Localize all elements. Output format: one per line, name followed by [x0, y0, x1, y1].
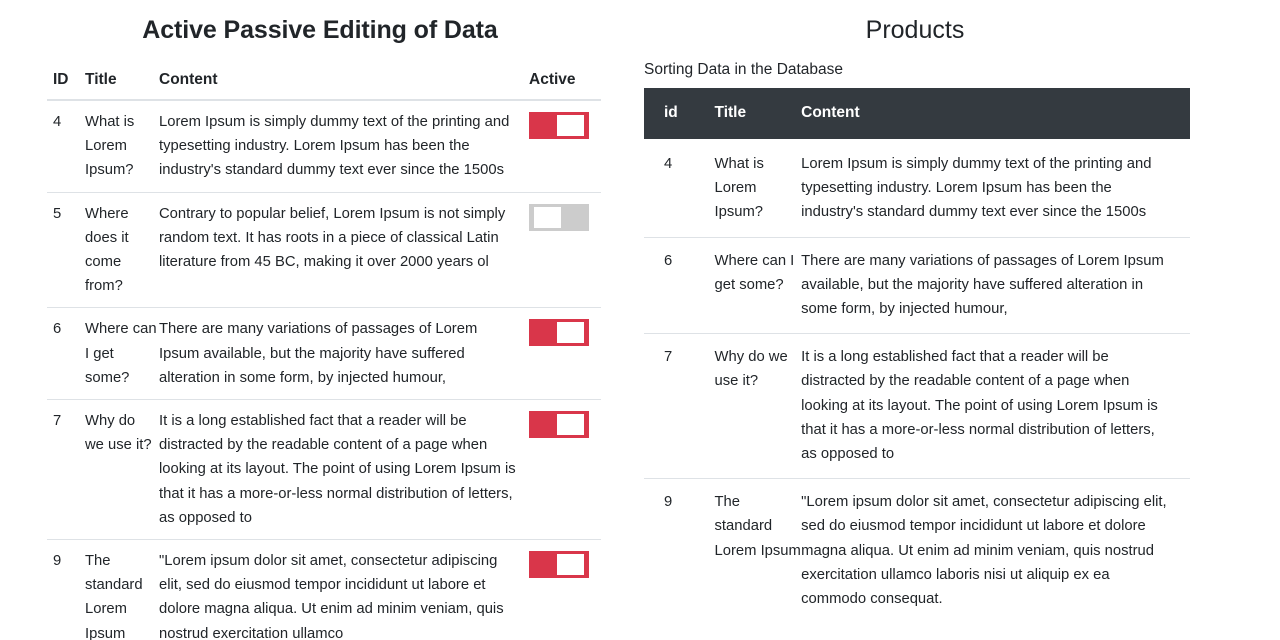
cell-active [529, 399, 601, 540]
products-table: id Title Content 4 What is Lorem Ipsum? … [644, 88, 1190, 624]
column-header-active[interactable]: Active [529, 71, 601, 101]
cell-title: Where can I get some? [714, 236, 802, 334]
page-title: Active Passive Editing of Data [142, 16, 498, 44]
toggle-knob [557, 414, 584, 436]
cell-id: 6 [644, 236, 715, 334]
table-row: 7 Why do we use it? It is a long establi… [47, 399, 601, 540]
active-passive-table: ID Title Content Active 4 What is Lorem … [47, 71, 601, 640]
cell-content: There are many variations of passages of… [801, 236, 1190, 334]
cell-title: The standard Lorem Ipsum [85, 539, 157, 640]
cell-id: 4 [664, 156, 673, 172]
products-subtitle: Sorting Data in the Database [644, 61, 844, 78]
column-header-id[interactable]: ID [47, 71, 85, 101]
active-passive-editing-panel: Active Passive Editing of Data ID Title … [0, 0, 640, 640]
toggle-knob [557, 115, 584, 136]
table-row: 9 The standard Lorem Ipsum "Lorem ipsum … [644, 478, 1190, 624]
cell-title: What is Lorem Ipsum? [714, 156, 764, 221]
table-row: 6 Where can I get some? There are many v… [644, 236, 1190, 334]
right-panel-inner: Products Sorting Data in the Database id… [644, 16, 1190, 624]
column-header-title[interactable]: Title [714, 88, 802, 139]
cell-content: There are many variations of passages of… [157, 307, 529, 400]
table-header-row: ID Title Content Active [47, 71, 601, 101]
cell-active [529, 191, 601, 308]
cell-id: 7 [644, 333, 715, 479]
cell-id: 5 [47, 191, 85, 308]
table-row: 6 Where can I get some? There are many v… [47, 307, 601, 400]
cell-content: "Lorem ipsum dolor sit amet, consectetur… [801, 478, 1190, 624]
table-row: 5 Where does it come from? Contrary to p… [47, 191, 601, 308]
cell-active [529, 539, 601, 640]
cell-title: The standard Lorem Ipsum [714, 478, 802, 624]
cell-content: Contrary to popular belief, Lorem Ipsum … [157, 191, 529, 308]
column-header-title[interactable]: Title [85, 71, 157, 101]
cell-title: Where does it come from? [85, 191, 157, 308]
cell-active [529, 100, 601, 192]
products-title: Products [865, 16, 965, 44]
active-toggle-switch[interactable] [529, 203, 589, 231]
table-header-row: id Title Content [644, 88, 1190, 139]
cell-content: "Lorem ipsum dolor sit amet, consectetur… [157, 539, 529, 640]
table-row: 7 Why do we use it? It is a long establi… [644, 333, 1190, 479]
products-table-head: id Title Content [644, 88, 1190, 139]
column-header-content[interactable]: Content [157, 71, 529, 101]
toggle-knob [557, 554, 584, 576]
cell-title: Why do we use it? [85, 399, 157, 540]
cell-content: Lorem Ipsum is simply dummy text of the … [801, 156, 1152, 221]
column-header-content[interactable]: Content [801, 88, 1190, 139]
cell-id: 6 [47, 307, 85, 400]
table-row: 4 What is Lorem Ipsum? Lorem Ipsum is si… [47, 100, 601, 192]
cell-title: Why do we use it? [714, 333, 802, 479]
cell-title: Where can I get some? [85, 307, 157, 400]
cell-id: 9 [644, 478, 715, 624]
cell-title: What is Lorem Ipsum? [85, 114, 135, 179]
active-toggle-switch[interactable] [529, 551, 589, 579]
products-panel: Products Sorting Data in the Database id… [640, 0, 1280, 640]
cell-content: It is a long established fact that a rea… [801, 333, 1190, 479]
products-table-body: 4 What is Lorem Ipsum? Lorem Ipsum is si… [644, 139, 1190, 624]
active-passive-table-head: ID Title Content Active [47, 71, 601, 101]
cell-id: 9 [47, 539, 85, 640]
table-row: 9 The standard Lorem Ipsum "Lorem ipsum … [47, 539, 601, 640]
active-passive-table-body: 4 What is Lorem Ipsum? Lorem Ipsum is si… [47, 100, 601, 640]
left-panel-inner: Active Passive Editing of Data ID Title … [47, 0, 601, 640]
cell-content: Lorem Ipsum is simply dummy text of the … [159, 114, 510, 179]
toggle-knob [557, 322, 584, 344]
table-row: 4 What is Lorem Ipsum? Lorem Ipsum is si… [644, 139, 1190, 237]
active-toggle-switch[interactable] [529, 411, 589, 439]
cell-id: 7 [47, 399, 85, 540]
column-header-id[interactable]: id [644, 88, 715, 139]
toggle-knob [534, 206, 561, 228]
cell-active [529, 307, 601, 400]
active-toggle-switch[interactable] [529, 112, 589, 139]
cell-content: It is a long established fact that a rea… [157, 399, 529, 540]
active-toggle-switch[interactable] [529, 319, 589, 347]
cell-id: 4 [53, 114, 62, 130]
page-root: Active Passive Editing of Data ID Title … [0, 0, 1280, 640]
